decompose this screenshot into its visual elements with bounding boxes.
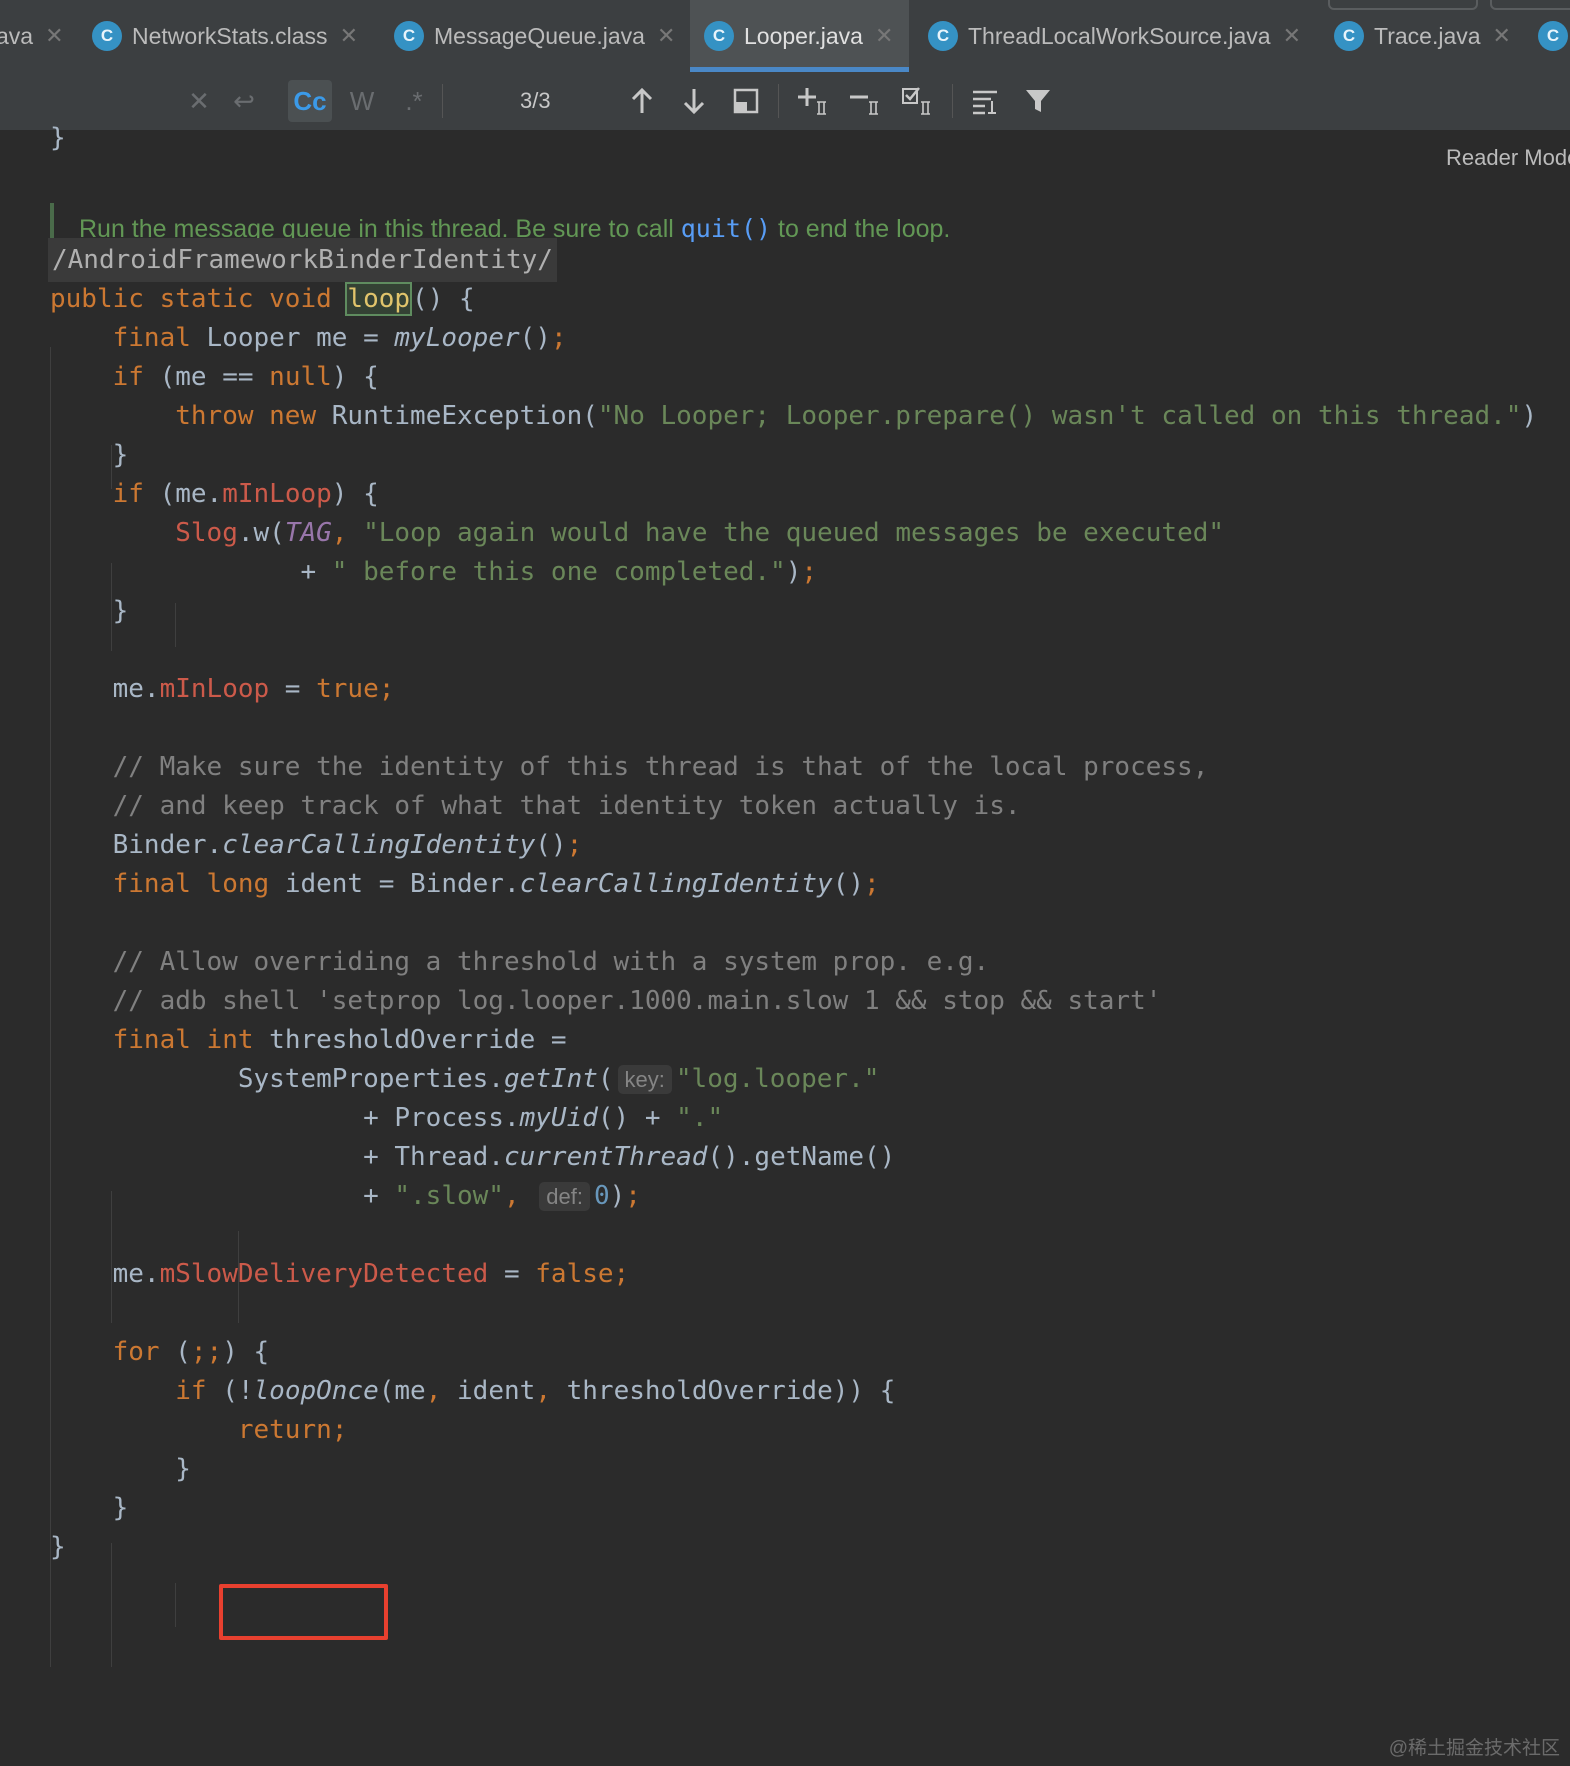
tab-partial[interactable]: ava ✕ — [0, 0, 64, 72]
toolbar-divider — [952, 84, 953, 118]
code-line-return: return; — [237, 1415, 348, 1445]
close-icon[interactable]: ✕ — [340, 23, 358, 49]
code-line: final Looper me = myLooper(); — [112, 323, 567, 353]
editor-tab-bar: ava ✕ C NetworkStats.class ✕ C MessageQu… — [0, 0, 1570, 73]
code-line: // Allow overriding a threshold with a s… — [50, 947, 990, 977]
class-icon: C — [1334, 21, 1364, 51]
class-icon: C — [1538, 21, 1568, 51]
tab-label: NetworkStats.class — [132, 22, 328, 49]
watermark: @稀土掘金技术社区 — [1388, 1738, 1560, 1759]
tab-messagequeue[interactable]: C MessageQueue.java ✕ — [394, 0, 675, 72]
code-line: Slog.w(TAG, "Loop again would have the q… — [175, 518, 1225, 548]
code-line: // adb shell 'setprop log.looper.1000.ma… — [50, 986, 1162, 1016]
code-line: } — [50, 440, 129, 470]
parameter-hint-def: def: — [539, 1182, 590, 1211]
code-line: public static void loop() { — [50, 282, 475, 316]
filter-options-icon[interactable] — [966, 80, 1006, 122]
indent-guide — [111, 1543, 112, 1667]
code-line: if (me == null) { — [112, 362, 379, 392]
tab-networkstats[interactable]: C NetworkStats.class ✕ — [92, 0, 358, 72]
code-line: // Make sure the identity of this thread… — [50, 752, 1209, 782]
doc-link-quit[interactable]: quit() — [681, 214, 771, 243]
tab-label: MessageQueue.java — [434, 22, 645, 49]
code-line: for (;;) { — [112, 1337, 270, 1367]
code-line: } — [50, 1532, 66, 1562]
indent-guide — [175, 1583, 176, 1627]
parameter-hint-key: key: — [617, 1065, 672, 1094]
history-icon[interactable]: ↩ — [226, 80, 262, 122]
class-icon: C — [394, 21, 424, 51]
add-occurrence-icon[interactable] — [794, 80, 834, 122]
code-line: } — [50, 1454, 191, 1484]
code-line: // and keep track of what that identity … — [50, 791, 1021, 821]
tab-label: Looper.java — [744, 22, 863, 49]
filter-icon[interactable] — [1018, 80, 1058, 122]
tab-label: Trace.java — [1374, 22, 1481, 49]
tab-label: ThreadLocalWorkSource.java — [968, 22, 1271, 49]
toolbar-divider — [442, 84, 443, 118]
clear-search-icon[interactable]: ✕ — [184, 80, 214, 122]
match-counter: 3/3 — [520, 88, 551, 113]
code-line: + " before this one completed."); — [50, 557, 818, 587]
close-icon[interactable]: ✕ — [1493, 23, 1511, 49]
code-line: + ".slow", def: 0); — [50, 1181, 641, 1211]
close-icon[interactable]: ✕ — [1283, 23, 1301, 49]
toolbar-divider — [778, 84, 779, 118]
tab-looper[interactable]: C Looper.java ✕ — [690, 0, 910, 72]
code-line: me.mInLoop = true; — [50, 674, 395, 704]
code-line: + Thread.currentThread().getName() — [50, 1142, 896, 1172]
code-line: } — [50, 596, 129, 626]
match-case-toggle[interactable]: Cc — [288, 80, 332, 122]
select-all-matches-icon[interactable] — [898, 80, 938, 122]
code-brace-fragment: } — [50, 123, 66, 153]
tab-trace[interactable]: C Trace.java ✕ — [1334, 0, 1511, 72]
close-icon[interactable]: ✕ — [45, 23, 63, 49]
code-line: Binder.clearCallingIdentity(); — [50, 830, 583, 860]
class-icon: C — [928, 21, 958, 51]
arrow-up-icon[interactable] — [624, 80, 660, 122]
tab-label: ava — [0, 22, 34, 49]
class-icon: C — [704, 21, 734, 51]
doc-text-end: to end the loop. — [771, 215, 951, 243]
code-annotation: /AndroidFrameworkBinderIdentity/ — [48, 238, 557, 282]
code-line: if (!loopOnce(me, ident, thresholdOverri… — [175, 1376, 896, 1406]
select-all-occurrences-icon[interactable] — [728, 80, 764, 122]
code-line: } — [50, 1493, 129, 1523]
code-line: me.mSlowDeliveryDetected = false; — [50, 1259, 630, 1289]
regex-toggle[interactable]: .* — [396, 80, 432, 122]
code-line: throw new RuntimeException("No Looper; L… — [175, 401, 1538, 431]
code-line: + Process.myUid() + "." — [50, 1103, 724, 1133]
code-line: final long ident = Binder.clearCallingId… — [112, 869, 880, 899]
close-icon[interactable]: ✕ — [657, 23, 675, 49]
tab-threadlocalworksource[interactable]: C ThreadLocalWorkSource.java ✕ — [928, 0, 1301, 72]
toolbar-button-edge — [1490, 0, 1570, 10]
indent-guide — [175, 603, 176, 647]
toolbar-field-edge — [1328, 0, 1478, 10]
code-line: SystemProperties.getInt(key: "log.looper.… — [50, 1064, 880, 1094]
close-icon[interactable]: ✕ — [875, 23, 893, 49]
highlight-box — [219, 1584, 388, 1640]
code-editor[interactable]: } Reader Mode Run the message queue in t… — [0, 123, 1570, 1766]
arrow-down-icon[interactable] — [676, 80, 712, 122]
find-toolbar: ✕ ↩ Cc W .* 3/3 — [0, 72, 1570, 131]
whole-words-toggle[interactable]: W — [344, 80, 380, 122]
tab-overflow[interactable]: C — [1538, 0, 1570, 72]
class-icon: C — [92, 21, 122, 51]
code-line: final int thresholdOverride = — [112, 1025, 567, 1055]
reader-mode-toggle[interactable]: Reader Mode — [1446, 145, 1570, 171]
code-line: if (me.mInLoop) { — [112, 479, 379, 509]
remove-occurrence-icon[interactable] — [846, 80, 886, 122]
